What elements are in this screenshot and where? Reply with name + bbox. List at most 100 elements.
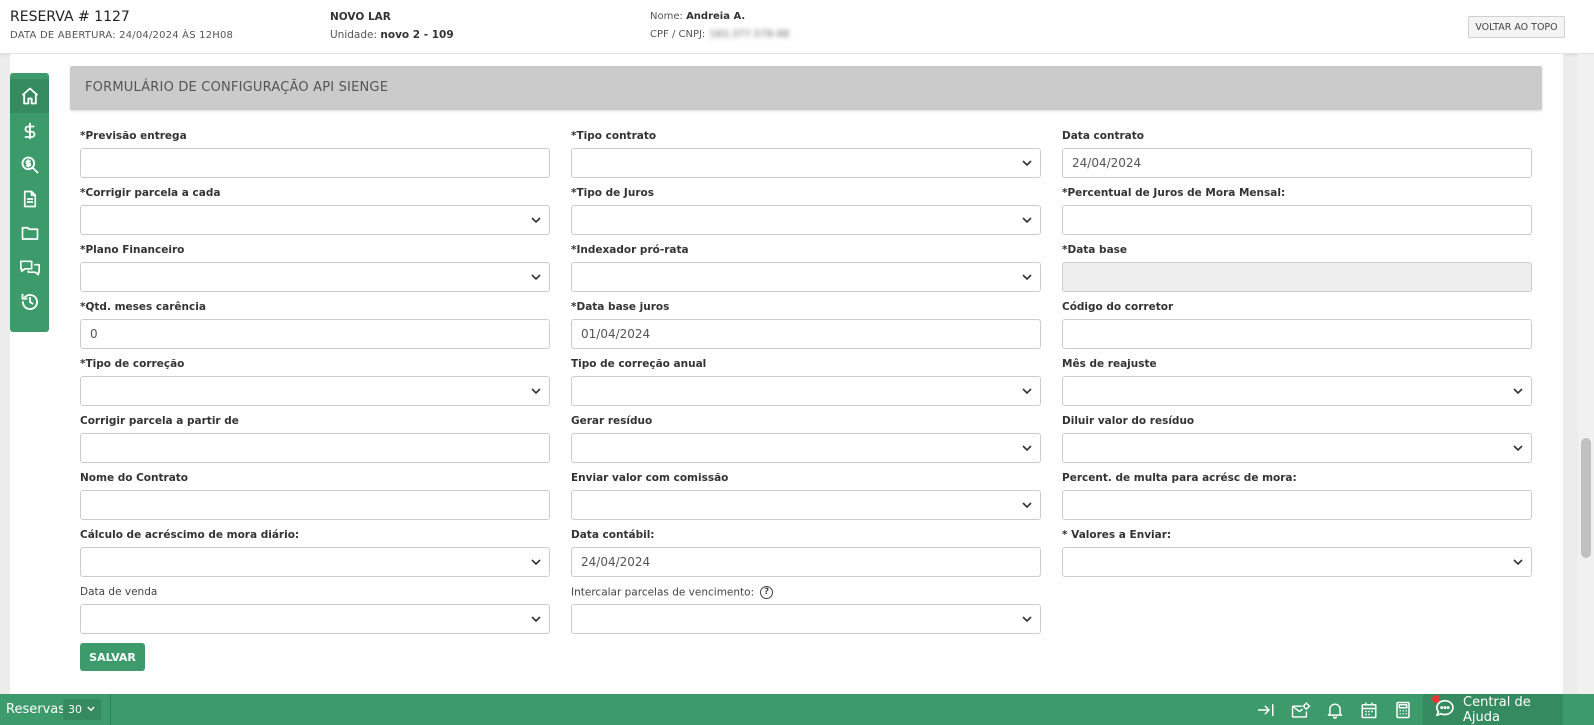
- enviar-comissao-label: Enviar valor com comissão: [571, 472, 729, 484]
- calculator-button[interactable]: [1392, 700, 1414, 720]
- previsao-entrega-input[interactable]: [80, 148, 550, 178]
- corrigir-parcela-cada-label: *Corrigir parcela a cada: [80, 187, 221, 199]
- corrigir-parcela-cada-select[interactable]: [80, 205, 550, 235]
- top-header: RESERVA # 1127 DATA DE ABERTURA: 24/04/2…: [0, 0, 1594, 54]
- chevron-down-icon: [1513, 559, 1523, 566]
- codigo-corretor-input[interactable]: [1062, 319, 1532, 349]
- calculo-mora-diario-label: Cálculo de acréscimo de mora diário:: [80, 529, 300, 541]
- indexador-pro-rata-label: *Indexador pró-rata: [571, 244, 689, 256]
- data-base-juros-label: *Data base juros: [571, 301, 670, 313]
- calendar-button[interactable]: [1358, 700, 1380, 720]
- calendar-icon: [1361, 702, 1377, 719]
- nav-home[interactable]: [10, 79, 49, 113]
- name-value: Andreia A.: [686, 11, 746, 22]
- data-contabil-input[interactable]: 24/04/2024: [571, 547, 1041, 577]
- data-base-input: [1062, 262, 1532, 292]
- chevron-down-icon: [1022, 502, 1032, 509]
- percentual-juros-mora-input[interactable]: [1062, 205, 1532, 235]
- chevron-down-icon: [531, 274, 541, 281]
- tipo-contrato-label: *Tipo contrato: [571, 130, 657, 142]
- form-header: FORMULÁRIO DE CONFIGURAÇÃO API SIENGE: [70, 66, 1542, 110]
- enterprise-name: NOVO LAR: [330, 11, 391, 23]
- home-icon: [21, 87, 38, 105]
- tipo-correcao-select[interactable]: [80, 376, 550, 406]
- enviar-comissao-select[interactable]: [571, 490, 1041, 520]
- unit-info: Unidade: novo 2 - 109: [330, 29, 454, 41]
- cpf-value: 183.377.578-98: [709, 29, 790, 40]
- chevron-down-icon: [1022, 388, 1032, 395]
- data-contrato-label: Data contrato: [1062, 130, 1144, 142]
- chevron-down-icon: [1513, 445, 1523, 452]
- data-contabil-label: Data contábil:: [571, 529, 655, 541]
- chevron-down-icon: [531, 559, 541, 566]
- nav-financial[interactable]: [10, 114, 49, 148]
- unit-label: Unidade:: [330, 29, 378, 41]
- valores-enviar-label: * Valores a Enviar:: [1062, 529, 1172, 541]
- mes-reajuste-label: Mês de reajuste: [1062, 358, 1157, 370]
- tipo-juros-select[interactable]: [571, 205, 1041, 235]
- valores-enviar-select[interactable]: [1062, 547, 1532, 577]
- page-size-select[interactable]: 30: [63, 699, 101, 720]
- nav-messages[interactable]: [10, 251, 49, 285]
- nav-history[interactable]: [10, 285, 49, 319]
- codigo-corretor-label: Código do corretor: [1062, 301, 1174, 313]
- mail-settings-icon: [1291, 702, 1311, 718]
- diluir-residuo-label: Diluir valor do resíduo: [1062, 415, 1195, 427]
- help-center-button[interactable]: Central de Ajuda: [1423, 694, 1563, 725]
- gerar-residuo-label: Gerar resíduo: [571, 415, 653, 427]
- notification-dot: [1432, 694, 1440, 703]
- corrigir-parcela-partir-input[interactable]: [80, 433, 550, 463]
- calculator-icon: [1396, 701, 1410, 719]
- chevron-down-icon: [531, 217, 541, 224]
- percentual-juros-mora-label: *Percentual de Juros de Mora Mensal:: [1062, 187, 1286, 199]
- history-icon: [21, 293, 38, 311]
- save-button[interactable]: SALVAR: [80, 643, 145, 671]
- gerar-residuo-select[interactable]: [571, 433, 1041, 463]
- plano-financeiro-select[interactable]: [80, 262, 550, 292]
- nav-files[interactable]: [10, 216, 49, 250]
- back-to-top-button[interactable]: VOLTAR AO TOPO: [1468, 16, 1565, 38]
- diluir-residuo-select[interactable]: [1062, 433, 1532, 463]
- scrollbar-thumb[interactable]: [1581, 438, 1591, 558]
- calculo-mora-diario-select[interactable]: [80, 547, 550, 577]
- data-base-label: *Data base: [1062, 244, 1128, 256]
- nav-search-financial[interactable]: [10, 148, 49, 182]
- folder-icon: [21, 226, 38, 240]
- side-nav: [10, 73, 49, 332]
- unit-value: novo 2 - 109: [380, 29, 454, 41]
- plano-financeiro-label: *Plano Financeiro: [80, 244, 185, 256]
- percent-multa-input[interactable]: [1062, 490, 1532, 520]
- tipo-correcao-anual-label: Tipo de correção anual: [571, 358, 707, 370]
- bottom-divider: [110, 694, 111, 725]
- question-circle-icon[interactable]: ?: [760, 586, 774, 599]
- nome-contrato-input[interactable]: [80, 490, 550, 520]
- bell-icon: [1327, 703, 1343, 719]
- intercalar-parcelas-select[interactable]: [571, 604, 1041, 634]
- tipo-correcao-label: *Tipo de correção: [80, 358, 185, 370]
- chevron-down-icon: [1022, 616, 1032, 623]
- mail-settings-button[interactable]: [1290, 700, 1312, 720]
- tipo-contrato-select[interactable]: [571, 148, 1041, 178]
- client-name: Nome: Andreia A.: [650, 11, 745, 22]
- data-base-juros-input[interactable]: 01/04/2024: [571, 319, 1041, 349]
- intercalar-parcelas-label-wrap: Intercalar parcelas de vencimento:?: [571, 586, 774, 599]
- page-size-value: 30: [68, 703, 82, 716]
- corrigir-parcela-partir-label: Corrigir parcela a partir de: [80, 415, 239, 427]
- nav-documents[interactable]: [10, 182, 49, 216]
- data-venda-label: Data de venda: [80, 586, 158, 598]
- data-venda-select[interactable]: [80, 604, 550, 634]
- client-cpf: CPF / CNPJ: 183.377.578-98: [650, 29, 789, 40]
- indexador-pro-rata-select[interactable]: [571, 262, 1041, 292]
- expand-button[interactable]: [1255, 700, 1277, 720]
- scrollbar-track[interactable]: [1578, 54, 1594, 694]
- dollar-icon: [24, 122, 35, 140]
- bottom-section-label: Reservas: [6, 702, 65, 717]
- document-icon: [23, 190, 36, 208]
- tipo-correcao-anual-select[interactable]: [571, 376, 1041, 406]
- data-contrato-input[interactable]: 24/04/2024: [1062, 148, 1532, 178]
- cpf-label: CPF / CNPJ:: [650, 29, 706, 40]
- name-label: Nome:: [650, 11, 683, 22]
- qtd-meses-carencia-input[interactable]: 0: [80, 319, 550, 349]
- mes-reajuste-select[interactable]: [1062, 376, 1532, 406]
- notifications-button[interactable]: [1324, 700, 1346, 720]
